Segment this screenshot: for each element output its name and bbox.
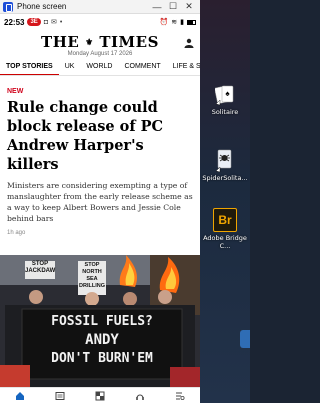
- protest-banner: FOSSIL FUELS? ANDY DON'T BURN'EM: [22, 313, 182, 368]
- tab-life-style[interactable]: LIFE & ST: [167, 58, 200, 75]
- phone-link-icon: [3, 1, 13, 12]
- banner-line: DON'T BURN'EM: [51, 351, 153, 366]
- lead-article[interactable]: NEW Rule change could block release of P…: [0, 76, 200, 236]
- article-standfirst: Ministers are considering exempting a ty…: [7, 181, 193, 223]
- brand-logo: THE ⚜ TIMES: [0, 30, 200, 51]
- brand-right: TIMES: [99, 33, 159, 51]
- puzzle-icon[interactable]: [93, 390, 107, 402]
- article-timestamp: 1h ago: [7, 230, 26, 236]
- sign-text: JACKDAW: [25, 268, 56, 274]
- maximize-button[interactable]: ☐: [165, 1, 181, 12]
- partial-icon: [240, 330, 250, 348]
- phone-status-bar: 22:53 3E ◘ ✉ • ⏰ ≋ ▮: [0, 14, 200, 30]
- signal-icon: ▮: [180, 19, 184, 26]
- royal-crest-icon: ⚜: [85, 38, 94, 48]
- sign-text: NORTH: [82, 269, 102, 275]
- tab-world[interactable]: WORLD: [80, 58, 118, 75]
- desktop-icon-adobe-bridge[interactable]: Br Adobe Bridge C...: [200, 208, 250, 250]
- desktop-icon-label: Solitaire: [211, 108, 239, 116]
- sign-text: STOP: [84, 262, 100, 268]
- battery-icon: [187, 19, 196, 25]
- article-kicker: NEW: [7, 88, 24, 95]
- home-icon[interactable]: [13, 390, 27, 402]
- adobe-bridge-icon: Br: [213, 208, 237, 232]
- sign-text: SEA: [86, 276, 98, 282]
- masthead: THE ⚜ TIMES Monday August 17 2026: [0, 30, 200, 58]
- tab-top-stories[interactable]: TOP STORIES: [0, 58, 59, 75]
- masthead-date: Monday August 17 2026: [67, 51, 133, 57]
- status-badge: 3E: [27, 18, 41, 26]
- window-title: Phone screen: [17, 2, 67, 11]
- alarm-icon: ⏰: [159, 19, 169, 26]
- desktop-icon-solitaire[interactable]: ♠ Solitaire: [200, 84, 250, 116]
- close-button[interactable]: ✕: [181, 1, 197, 12]
- wifi-icon: ≋: [171, 19, 178, 26]
- phone-window: Phone screen — ☐ ✕ 22:53 3E ◘ ✉ • ⏰ ≋ ▮ …: [0, 0, 200, 403]
- window-titlebar[interactable]: Phone screen — ☐ ✕: [0, 0, 200, 14]
- desktop-icon-label: SpiderSolita...: [202, 174, 248, 182]
- podcast-icon[interactable]: [133, 390, 147, 402]
- tab-comment[interactable]: COMMENT: [118, 58, 166, 75]
- news-icon[interactable]: [53, 390, 67, 402]
- article-headline[interactable]: Rule change could block release of PC An…: [7, 98, 193, 174]
- bottom-nav: [0, 387, 200, 403]
- solitaire-icon: ♠: [214, 84, 235, 106]
- brand-left: THE: [41, 33, 80, 51]
- sign-text: DRILLING: [79, 283, 105, 289]
- banner-line: ANDY: [85, 332, 119, 348]
- tab-uk[interactable]: UK: [59, 58, 81, 75]
- desktop-icon-label: Adobe Bridge C...: [203, 234, 247, 250]
- desktop-icon-spidersolitaire[interactable]: SpiderSolita...: [200, 148, 250, 182]
- section-tabs: TOP STORIES UK WORLD COMMENT LIFE & ST: [0, 58, 200, 76]
- message-icon: ✉: [51, 19, 57, 26]
- bridge-abbr: Br: [218, 213, 232, 227]
- more-icon: •: [59, 18, 63, 26]
- minimize-button[interactable]: —: [149, 2, 165, 12]
- protest-sign-2: STOP NORTH SEA DRILLING: [78, 262, 106, 290]
- desktop: ♠ Solitaire SpiderSolita... Br Adobe Bri…: [200, 0, 250, 403]
- banner-line: FOSSIL FUELS?: [51, 314, 153, 329]
- spider-solitaire-icon: [215, 148, 235, 173]
- sign-text: STOP: [31, 261, 49, 267]
- app-notification-icon: ◘: [43, 18, 49, 26]
- protest-sign-1: STOP JACKDAW: [25, 261, 55, 275]
- status-time: 22:53: [4, 17, 25, 27]
- saved-list-icon[interactable]: [173, 390, 187, 402]
- article-photo[interactable]: STOP JACKDAW STOP NORTH SEA DRILLING FOS…: [0, 255, 200, 387]
- account-icon[interactable]: [184, 38, 194, 48]
